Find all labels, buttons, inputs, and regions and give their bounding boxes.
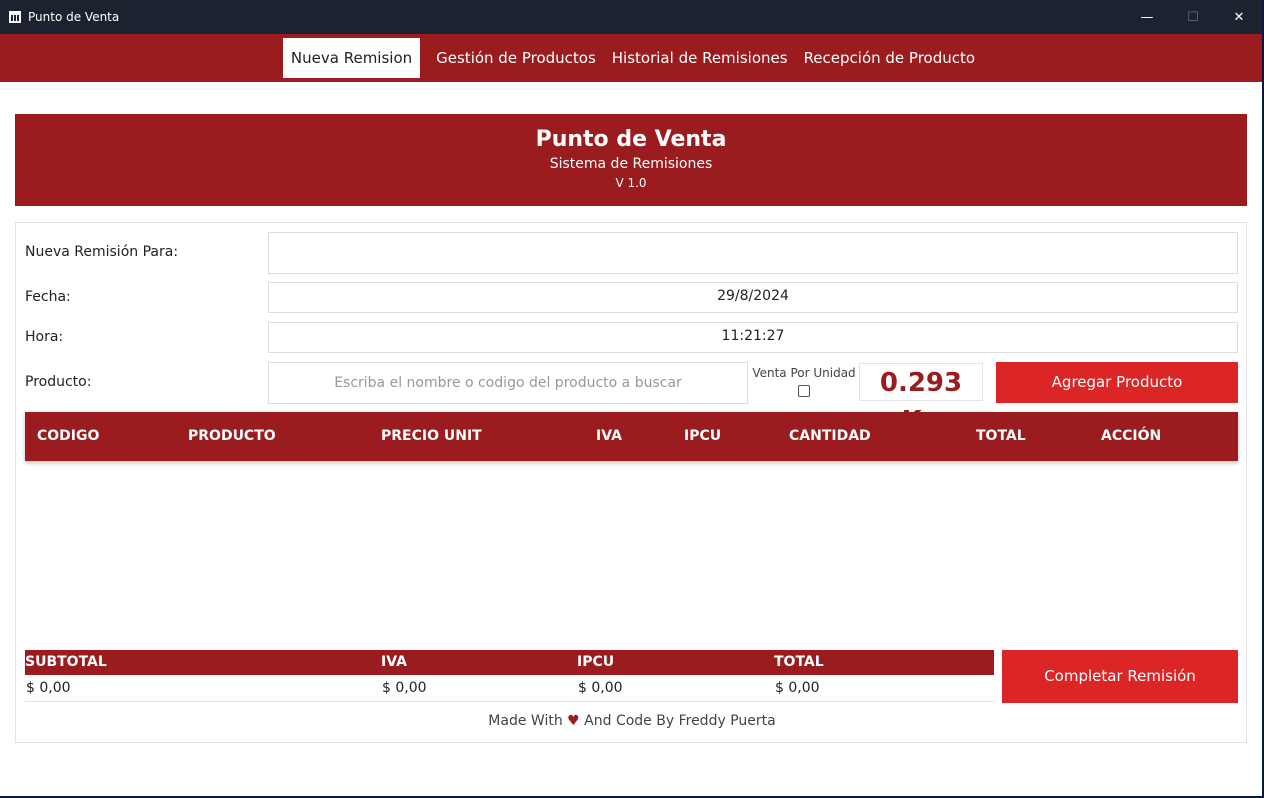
nav-tab-nueva-remision[interactable]: Nueva Remision bbox=[282, 38, 421, 78]
date-field[interactable]: 29/8/2024 bbox=[268, 282, 1238, 313]
column-header-accion: ACCIÓN bbox=[1101, 428, 1162, 444]
header-banner: Punto de Venta Sistema de Remisiones V 1… bbox=[15, 114, 1247, 206]
unit-sale-toggle: Venta Por Unidad bbox=[752, 366, 856, 397]
close-icon: ✕ bbox=[1233, 9, 1245, 25]
products-table-header: CODIGO PRODUCTO PRECIO UNIT IVA IPCU CAN… bbox=[25, 412, 1238, 461]
footer-text-before: Made With bbox=[488, 713, 563, 729]
page-title: Punto de Venta bbox=[535, 127, 727, 152]
subtotal-value: $ 0,00 bbox=[26, 680, 71, 696]
window-controls: — ☐ ✕ bbox=[1124, 0, 1262, 34]
minimize-button[interactable]: — bbox=[1124, 0, 1170, 34]
subtotal-header: SUBTOTAL bbox=[25, 654, 107, 670]
totals-header: SUBTOTAL IVA IPCU TOTAL bbox=[25, 650, 994, 675]
footer-text-after: And Code By Freddy Puerta bbox=[584, 713, 776, 729]
column-header-precio-unit: PRECIO UNIT bbox=[381, 428, 482, 444]
column-header-producto: PRODUCTO bbox=[188, 428, 276, 444]
version-label: V 1.0 bbox=[615, 176, 647, 190]
app-window: Punto de Venta — ☐ ✕ Nueva Remision Gest… bbox=[0, 0, 1262, 796]
main-nav: Nueva Remision Gestión de Productos Hist… bbox=[0, 34, 1262, 82]
remision-form-panel: Nueva Remisión Para: Fecha: 29/8/2024 Ho… bbox=[15, 222, 1247, 743]
maximize-button[interactable]: ☐ bbox=[1170, 0, 1216, 34]
time-label: Hora: bbox=[25, 329, 64, 345]
client-label: Nueva Remisión Para: bbox=[25, 244, 179, 260]
column-header-cantidad: CANTIDAD bbox=[789, 428, 871, 444]
column-header-ipcu: IPCU bbox=[684, 428, 722, 444]
add-product-button[interactable]: Agregar Producto bbox=[996, 362, 1238, 403]
ipcu-total-value: $ 0,00 bbox=[578, 680, 623, 696]
close-button[interactable]: ✕ bbox=[1216, 0, 1262, 34]
product-label: Producto: bbox=[25, 374, 92, 390]
time-field[interactable]: 11:21:27 bbox=[268, 322, 1238, 353]
app-icon bbox=[9, 11, 21, 23]
product-search-input[interactable]: Escriba el nombre o codigo del producto … bbox=[268, 362, 748, 404]
client-input[interactable] bbox=[268, 232, 1238, 274]
window-title: Punto de Venta bbox=[28, 10, 120, 24]
minimize-icon: — bbox=[1140, 9, 1154, 25]
iva-total-header: IVA bbox=[381, 654, 407, 670]
nav-tab-historial-remisiones[interactable]: Historial de Remisiones bbox=[604, 38, 796, 78]
complete-remision-button[interactable]: Completar Remisión bbox=[1002, 650, 1238, 703]
column-header-iva: IVA bbox=[596, 428, 622, 444]
date-label: Fecha: bbox=[25, 289, 71, 305]
maximize-icon: ☐ bbox=[1187, 9, 1199, 25]
unit-sale-label: Venta Por Unidad bbox=[752, 366, 856, 380]
page-subtitle: Sistema de Remisiones bbox=[549, 156, 713, 172]
nav-tab-recepcion-producto[interactable]: Recepción de Producto bbox=[796, 38, 984, 78]
ipcu-total-header: IPCU bbox=[577, 654, 615, 670]
nav-tab-gestion-productos[interactable]: Gestión de Productos bbox=[428, 38, 604, 78]
footer-credit: Made With ♥ And Code By Freddy Puerta bbox=[16, 713, 1248, 729]
grand-total-header: TOTAL bbox=[774, 654, 824, 670]
heart-icon: ♥ bbox=[567, 713, 580, 729]
totals-values: $ 0,00 $ 0,00 $ 0,00 $ 0,00 bbox=[25, 675, 994, 702]
grand-total-value: $ 0,00 bbox=[775, 680, 820, 696]
column-header-total: TOTAL bbox=[976, 428, 1026, 444]
title-bar: Punto de Venta — ☐ ✕ bbox=[0, 0, 1262, 34]
unit-sale-checkbox[interactable] bbox=[798, 385, 810, 397]
column-header-codigo: CODIGO bbox=[37, 428, 100, 444]
iva-total-value: $ 0,00 bbox=[382, 680, 427, 696]
weight-display: 0.293 Kg bbox=[859, 363, 983, 436]
